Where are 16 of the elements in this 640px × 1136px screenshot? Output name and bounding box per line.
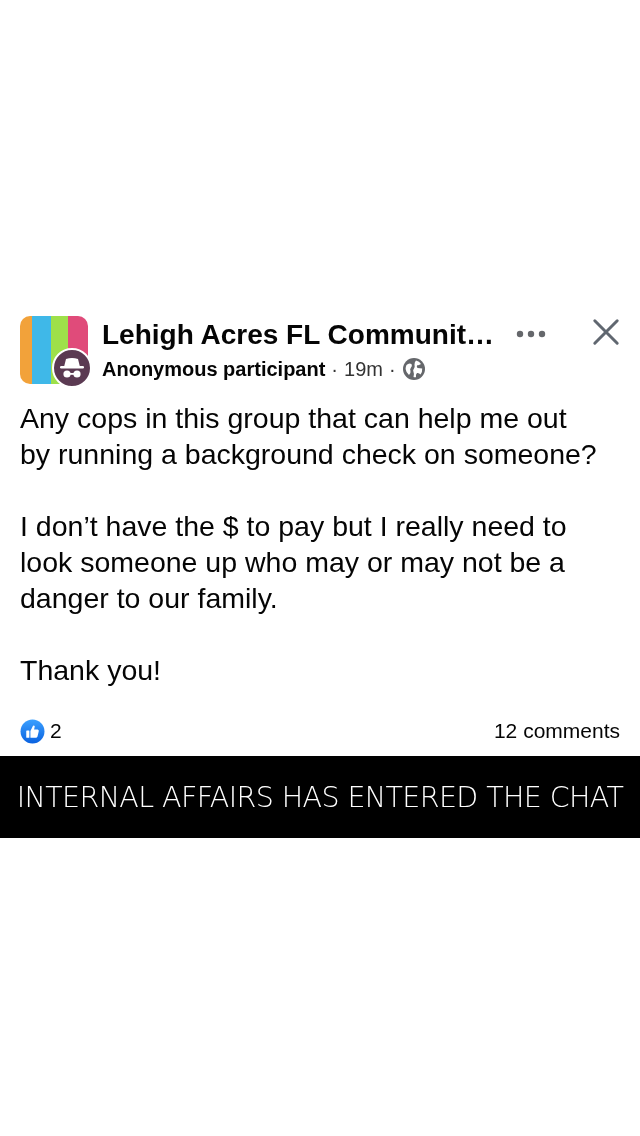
post-text: Thank you! — [20, 653, 162, 688]
post-text: I don’t have the $ to pay but I really need to look someone up who may or may not be a danger to our family. — [20, 509, 568, 616]
close-icon[interactable] — [592, 318, 620, 346]
caption-text: INTERNAL AFFAIRS HAS ENTERED THE CHAT — [16, 780, 624, 814]
author-name[interactable]: Anonymous participant — [102, 357, 326, 381]
comments-count[interactable]: 12 comments — [493, 719, 620, 743]
post-time[interactable]: 19m — [344, 357, 383, 381]
separator: · — [388, 357, 396, 381]
anonymous-avatar-icon — [52, 348, 92, 388]
globe-icon — [401, 357, 426, 381]
post-text: Any cops in this group that can help me out by running a background check on someone? — [20, 401, 598, 472]
group-name[interactable]: Lehigh Acres FL Communit… — [102, 319, 492, 351]
reaction-count[interactable]: 2 — [50, 719, 62, 743]
more-icon[interactable] — [516, 330, 546, 338]
like-icon — [20, 718, 45, 744]
separator: · — [331, 357, 339, 381]
